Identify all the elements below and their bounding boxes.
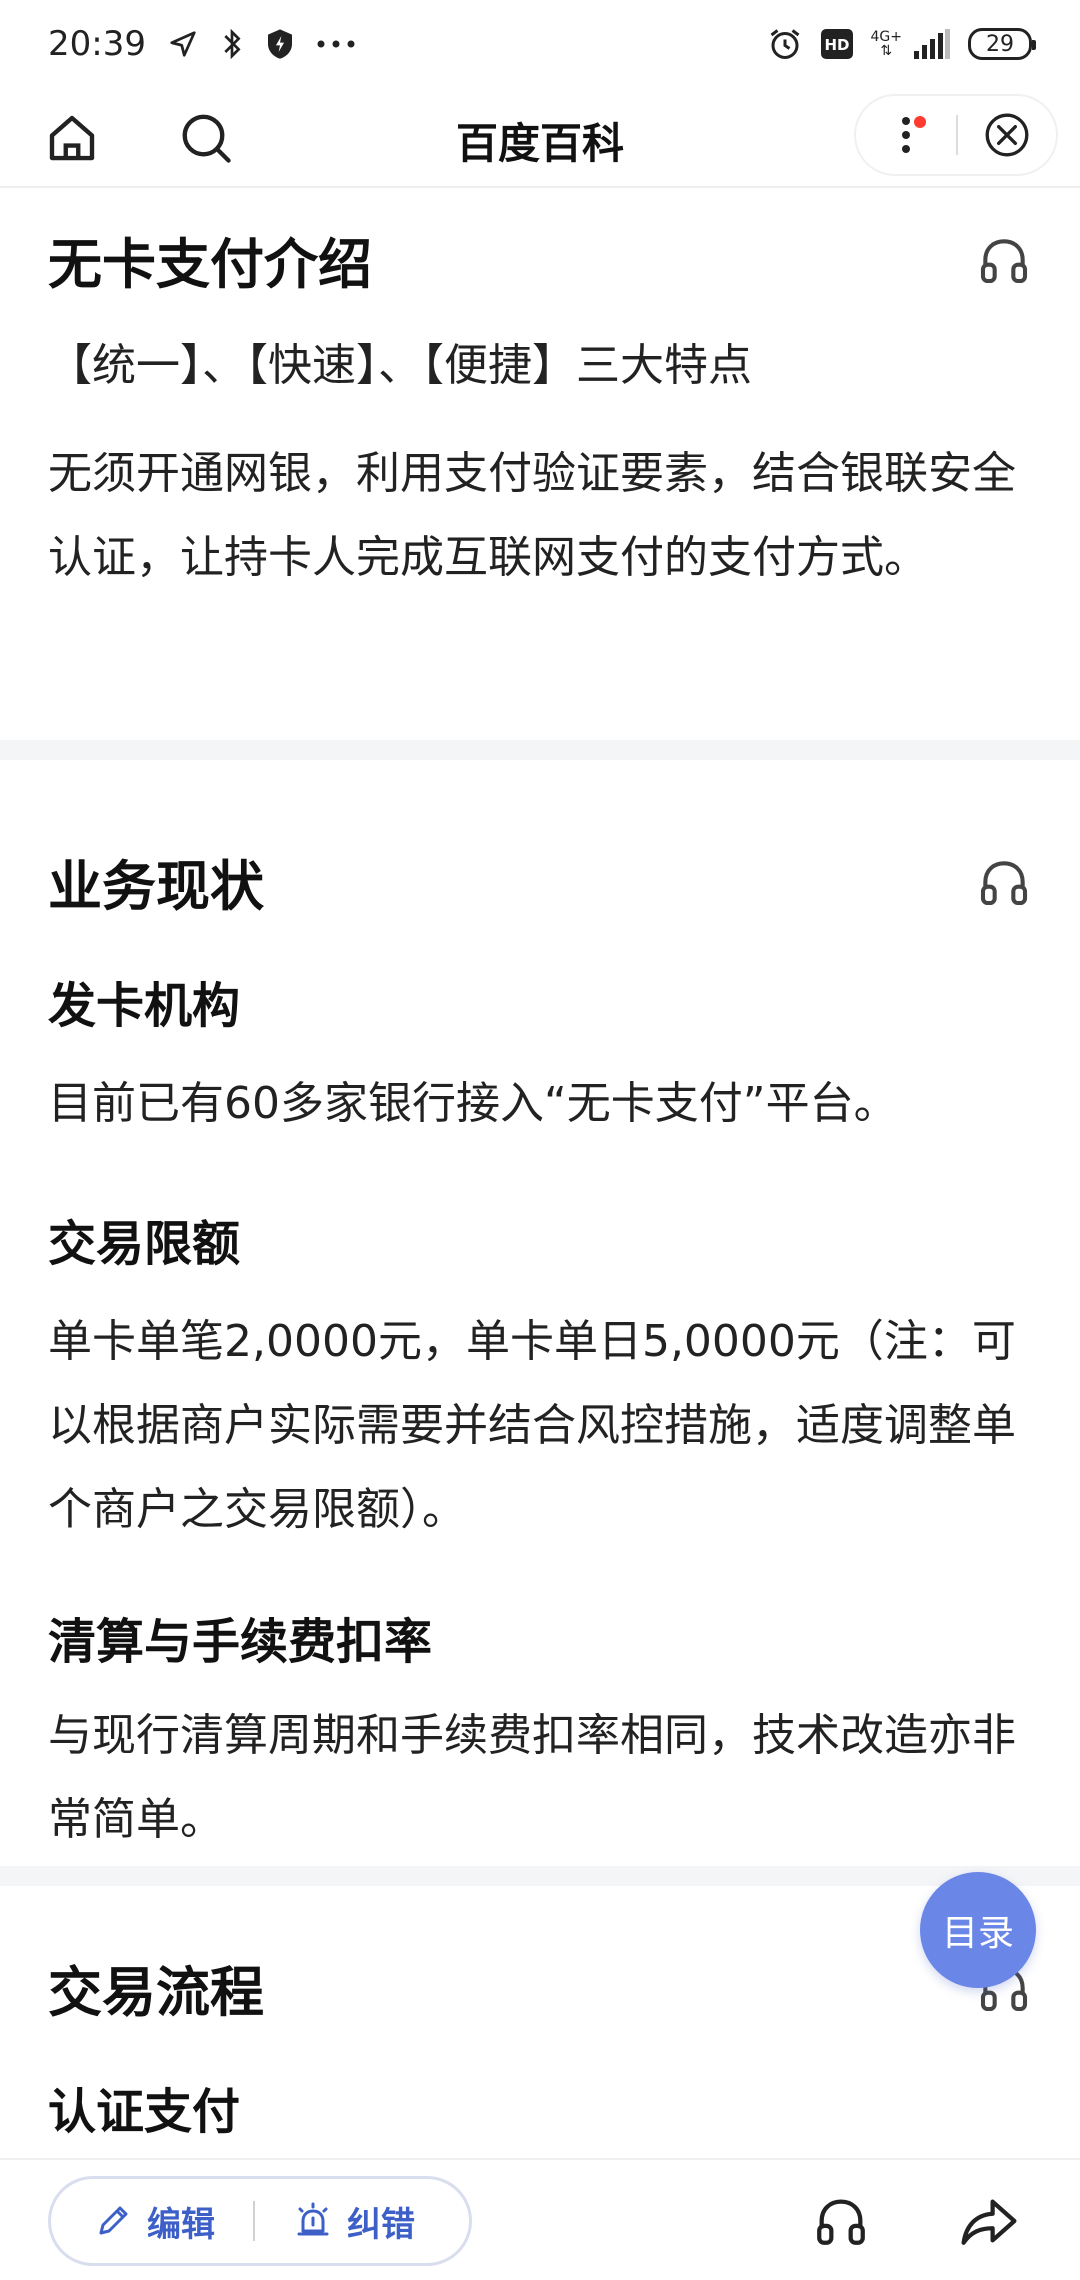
network-type-top: 4G+ <box>870 29 903 45</box>
share-icon <box>961 2199 1017 2245</box>
section-divider <box>0 740 1080 760</box>
headphones-icon[interactable] <box>976 232 1032 288</box>
section-divider <box>0 1866 1080 1886</box>
listen-button[interactable] <box>812 2192 870 2250</box>
edit-pill: 编辑 纠错 <box>48 2176 472 2266</box>
headphones-icon <box>817 2199 865 2245</box>
more-notifications-icon <box>316 39 356 49</box>
settlement-body: 与现行清算周期和手续费扣率相同，技术改造亦非常简单。 <box>48 1710 1016 1845</box>
more-button[interactable] <box>856 96 956 174</box>
close-button[interactable] <box>958 96 1056 174</box>
report-label: 纠错 <box>347 2204 415 2245</box>
report-error-button[interactable]: 纠错 <box>293 2197 415 2246</box>
location-arrow-icon <box>168 29 198 59</box>
hd-icon: HD <box>820 29 853 59</box>
auth-payment-title: 认证支付 <box>48 2084 241 2140</box>
more-icon <box>902 117 910 153</box>
article-content: 无卡支付介绍 【统一】、【快速】、【便捷】三大特点 无须开通网银，利用支付验证要… <box>0 188 1080 2186</box>
battery-indicator: 29 <box>968 28 1036 60</box>
battery-level: 29 <box>986 31 1014 57</box>
section-intro: 无卡支付介绍 【统一】、【快速】、【便捷】三大特点 无须开通网银，利用支付验证要… <box>0 188 1080 740</box>
mini-app-capsule <box>856 96 1056 174</box>
headphones-icon[interactable] <box>976 854 1032 910</box>
bottom-bar: 编辑 纠错 <box>0 2158 1080 2280</box>
section-flow: 交易流程 认证支付 <box>0 1886 1080 2186</box>
close-icon <box>985 113 1029 157</box>
section-title-flow: 交易流程 <box>48 1961 264 2024</box>
edit-label: 编辑 <box>147 2204 215 2245</box>
top-nav: 百度百科 <box>0 88 1080 188</box>
shield-icon <box>266 28 294 60</box>
error-report-icon <box>297 2202 329 2236</box>
intro-features: 【统一】、【快速】、【便捷】三大特点 <box>48 340 752 391</box>
status-bar: 20:39 HD 4G+ ⇅ 29 <box>0 0 1080 88</box>
notification-dot <box>914 116 926 128</box>
section-status: 业务现状 发卡机构 目前已有60多家银行接入“无卡支付”平台。 交易限额 单卡单… <box>0 760 1080 1866</box>
pill-divider <box>253 2201 255 2241</box>
issuers-body: 目前已有60多家银行接入“无卡支付”平台。 <box>48 1078 898 1129</box>
edit-button[interactable]: 编辑 <box>93 2197 215 2246</box>
toc-button[interactable]: 目录 <box>920 1872 1036 1988</box>
alarm-icon <box>767 26 803 62</box>
limits-title: 交易限额 <box>48 1216 241 1272</box>
network-type: 4G+ ⇅ <box>871 30 903 58</box>
network-type-bottom: ⇅ <box>880 43 893 59</box>
hd-label: HD <box>824 36 849 54</box>
section-title-status: 业务现状 <box>48 855 264 918</box>
share-button[interactable] <box>958 2192 1020 2250</box>
page: 20:39 HD 4G+ ⇅ 29 百度百科 无卡支付介绍 【统一】、【快速】、… <box>0 0 1080 2280</box>
issuers-title: 发卡机构 <box>48 978 241 1034</box>
intro-body: 无须开通网银，利用支付验证要素，结合银联安全认证，让持卡人完成互联网支付的支付方… <box>48 448 1016 583</box>
pencil-icon <box>99 2206 128 2235</box>
section-title-intro: 无卡支付介绍 <box>48 233 372 296</box>
signal-icon <box>914 29 950 59</box>
settlement-title: 清算与手续费扣率 <box>48 1614 433 1670</box>
limits-body: 单卡单笔2,0000元，单卡单日5,0000元（注：可以根据商户实际需要并结合风… <box>48 1316 1016 1535</box>
bluetooth-icon <box>220 28 244 60</box>
status-time: 20:39 <box>48 24 146 64</box>
